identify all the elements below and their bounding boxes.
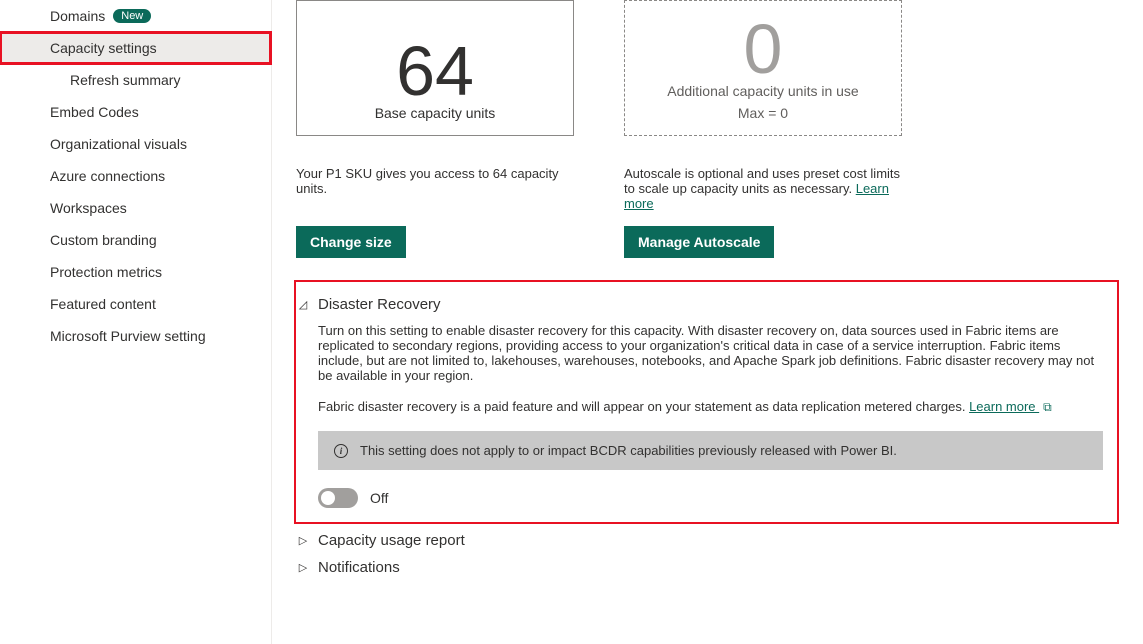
manage-autoscale-button[interactable]: Manage Autoscale	[624, 226, 774, 258]
section-title: Notifications	[318, 559, 400, 576]
sidebar-item-capacity-settings[interactable]: Capacity settings	[0, 32, 271, 64]
autoscale-label-1: Additional capacity units in use	[667, 83, 858, 99]
sidebar-item-refresh-summary[interactable]: Refresh summary	[0, 64, 271, 96]
base-capacity-value: 64	[396, 43, 474, 99]
nav-label: Capacity settings	[50, 40, 157, 56]
nav-label: Embed Codes	[50, 104, 139, 120]
main-content: 64 Base capacity units Your P1 SKU gives…	[272, 0, 1143, 644]
disaster-desc-1: Turn on this setting to enable disaster …	[318, 323, 1103, 383]
sidebar: Domains New Capacity settings Refresh su…	[0, 0, 272, 644]
sidebar-item-domains[interactable]: Domains New	[0, 0, 271, 32]
nav-label: Protection metrics	[50, 264, 162, 280]
sidebar-item-org-visuals[interactable]: Organizational visuals	[0, 128, 271, 160]
nav-label: Domains	[50, 8, 105, 24]
section-title: Capacity usage report	[318, 532, 465, 549]
toggle-state-label: Off	[370, 490, 388, 506]
disaster-recovery-header[interactable]: ◿ Disaster Recovery	[296, 296, 1103, 313]
notifications-section: ▷ Notifications	[296, 559, 1119, 576]
autoscale-desc: Autoscale is optional and uses preset co…	[624, 166, 902, 218]
nav-label: Workspaces	[50, 200, 127, 216]
nav-label: Featured content	[50, 296, 156, 312]
sidebar-item-protection-metrics[interactable]: Protection metrics	[0, 256, 271, 288]
disaster-learn-more-link[interactable]: Learn more	[969, 399, 1039, 414]
autoscale-label-2: Max = 0	[738, 105, 788, 121]
toggle-knob	[321, 491, 335, 505]
autoscale-card: 0 Additional capacity units in use Max =…	[624, 0, 902, 258]
nav-label: Refresh summary	[70, 72, 180, 88]
chevron-right-icon: ▷	[296, 561, 310, 574]
sidebar-item-featured-content[interactable]: Featured content	[0, 288, 271, 320]
notifications-header[interactable]: ▷ Notifications	[296, 559, 1119, 576]
base-capacity-label: Base capacity units	[375, 105, 496, 121]
nav-label: Custom branding	[50, 232, 157, 248]
sidebar-item-custom-branding[interactable]: Custom branding	[0, 224, 271, 256]
section-title: Disaster Recovery	[318, 296, 441, 313]
change-size-button[interactable]: Change size	[296, 226, 406, 258]
base-capacity-card: 64 Base capacity units Your P1 SKU gives…	[296, 0, 574, 258]
nav-label: Organizational visuals	[50, 136, 187, 152]
sidebar-item-workspaces[interactable]: Workspaces	[0, 192, 271, 224]
nav-label: Microsoft Purview setting	[50, 328, 206, 344]
nav-label: Azure connections	[50, 168, 165, 184]
disaster-recovery-toggle[interactable]	[318, 488, 358, 508]
info-icon: i	[334, 444, 348, 458]
autoscale-value: 0	[744, 21, 783, 77]
disaster-desc-2-text: Fabric disaster recovery is a paid featu…	[318, 399, 969, 414]
base-capacity-desc: Your P1 SKU gives you access to 64 capac…	[296, 166, 574, 218]
new-badge: New	[113, 9, 151, 23]
chevron-down-icon: ◿	[296, 298, 310, 311]
disaster-desc-2: Fabric disaster recovery is a paid featu…	[318, 399, 1103, 415]
sidebar-item-azure-connections[interactable]: Azure connections	[0, 160, 271, 192]
info-text: This setting does not apply to or impact…	[360, 443, 897, 458]
chevron-right-icon: ▷	[296, 534, 310, 547]
disaster-recovery-section: ◿ Disaster Recovery Turn on this setting…	[294, 280, 1119, 524]
capacity-usage-section: ▷ Capacity usage report	[296, 532, 1119, 549]
sidebar-item-purview-setting[interactable]: Microsoft Purview setting	[0, 320, 271, 352]
sidebar-item-embed-codes[interactable]: Embed Codes	[0, 96, 271, 128]
external-link-icon: ⧉	[1043, 400, 1052, 414]
capacity-usage-header[interactable]: ▷ Capacity usage report	[296, 532, 1119, 549]
info-banner: i This setting does not apply to or impa…	[318, 431, 1103, 470]
